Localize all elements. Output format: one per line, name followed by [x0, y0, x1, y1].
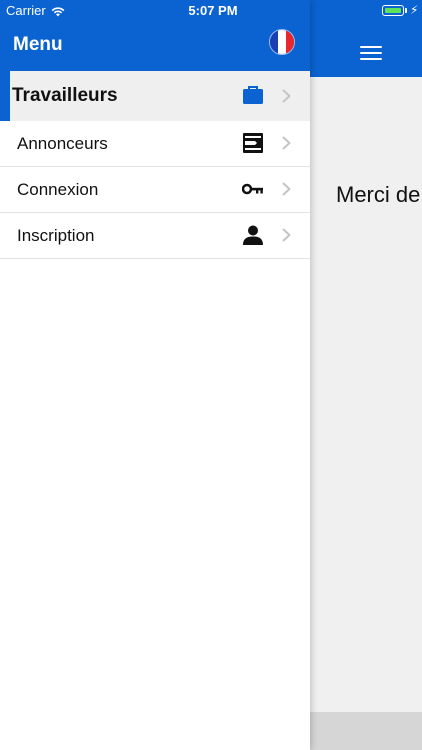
hamburger-line — [360, 58, 382, 60]
main-message: Merci de — [336, 182, 421, 207]
flag-blue-stripe — [270, 30, 278, 54]
active-indicator — [0, 71, 10, 121]
flag-white-stripe — [278, 30, 286, 54]
briefcase-icon — [243, 86, 263, 104]
chevron-right-icon — [282, 89, 291, 103]
france-flag-icon[interactable] — [269, 29, 295, 55]
chevron-right-icon — [282, 228, 291, 242]
menu-item-travailleurs[interactable]: Travailleurs — [0, 71, 310, 121]
menu-item-label: Travailleurs — [12, 85, 118, 106]
menu-title: Menu — [13, 34, 63, 55]
flag-red-stripe — [286, 30, 294, 54]
chevron-right-icon — [282, 182, 291, 196]
document-icon — [243, 133, 263, 153]
status-time: 5:07 PM — [188, 3, 238, 18]
menu-item-label: Connexion — [17, 179, 99, 199]
main-bottom-bar — [310, 712, 422, 750]
main-content-view: ⚡ Merci de — [310, 0, 422, 750]
drawer-header: Carrier 5:07 PM Menu — [0, 0, 310, 71]
menu-item-label: Annonceurs — [17, 133, 108, 153]
menu-item-label: Inscription — [17, 225, 95, 245]
chevron-right-icon — [282, 136, 291, 150]
hamburger-line — [360, 52, 382, 54]
menu-list: Travailleurs Annonceurs Connexion Inscri… — [0, 71, 310, 259]
side-menu-drawer: Carrier 5:07 PM Menu Travailleurs Annonc… — [0, 0, 310, 750]
user-icon — [243, 225, 263, 245]
hamburger-icon[interactable] — [360, 46, 382, 62]
key-icon — [242, 183, 263, 195]
menu-item-connexion[interactable]: Connexion — [0, 167, 310, 213]
menu-item-inscription[interactable]: Inscription — [0, 213, 310, 259]
app-screen: ⚡ Merci de Carrier 5:07 PM Menu Travaill… — [0, 0, 422, 750]
hamburger-line — [360, 46, 382, 48]
menu-item-annonceurs[interactable]: Annonceurs — [0, 121, 310, 167]
